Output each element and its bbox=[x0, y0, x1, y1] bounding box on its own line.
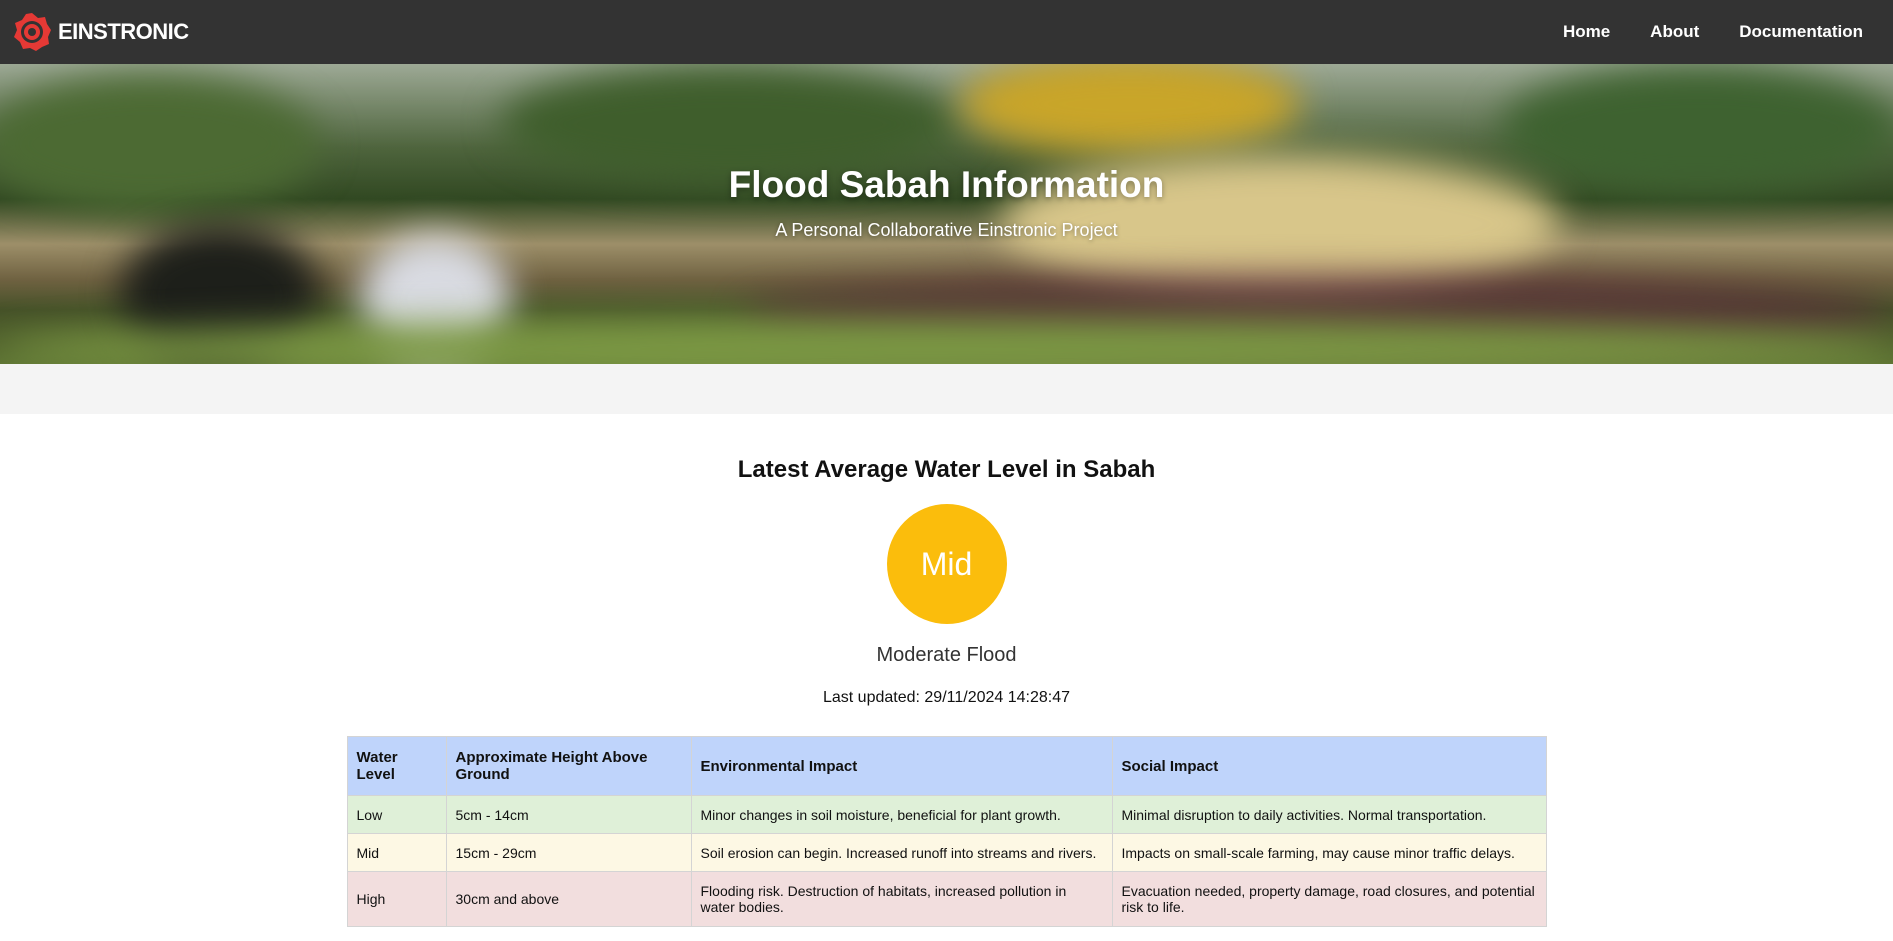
column-header-environmental: Environmental Impact bbox=[690, 736, 1113, 796]
nav-home-link[interactable]: Home bbox=[1543, 22, 1630, 42]
table-cell: 15cm - 29cm bbox=[445, 833, 692, 872]
page-title: Flood Sabah Information bbox=[728, 164, 1165, 205]
column-header-social: Social Impact bbox=[1111, 736, 1547, 796]
table-header-row: Water Level Approximate Height Above Gro… bbox=[346, 736, 1547, 796]
water-level-section: Latest Average Water Level in Sabah Mid … bbox=[0, 456, 1893, 927]
column-header-water-level: Water Level bbox=[346, 736, 447, 796]
table-cell: High bbox=[346, 871, 447, 927]
hero-banner: Flood Sabah Information A Personal Colla… bbox=[0, 64, 1893, 364]
nav-about-link[interactable]: About bbox=[1630, 22, 1719, 42]
hero-background-shape bbox=[960, 64, 1300, 154]
table-cell: Mid bbox=[346, 833, 447, 872]
last-updated-timestamp: Last updated: 29/11/2024 14:28:47 bbox=[822, 689, 1071, 706]
top-navbar: EINSTRONIC Home About Documentation bbox=[0, 0, 1893, 64]
water-level-indicator: Mid bbox=[886, 504, 1007, 624]
table-row-mid: Mid 15cm - 29cm Soil erosion can begin. … bbox=[346, 833, 1547, 872]
table-cell: Minimal disruption to daily activities. … bbox=[1111, 795, 1547, 834]
table-cell: Minor changes in soil moisture, benefici… bbox=[690, 795, 1113, 834]
column-header-height: Approximate Height Above Ground bbox=[445, 736, 692, 796]
page-subtitle: A Personal Collaborative Einstronic Proj… bbox=[775, 220, 1118, 240]
nav-links: Home About Documentation bbox=[1543, 22, 1881, 42]
table-cell: 30cm and above bbox=[445, 871, 692, 927]
brand-name: EINSTRONIC bbox=[58, 19, 189, 44]
table-cell: Soil erosion can begin. Increased runoff… bbox=[690, 833, 1113, 872]
table-cell: 5cm - 14cm bbox=[445, 795, 692, 834]
table-cell: Evacuation needed, property damage, road… bbox=[1111, 871, 1547, 927]
brand[interactable]: EINSTRONIC bbox=[12, 12, 189, 52]
hero-content: Flood Sabah Information A Personal Colla… bbox=[0, 164, 1893, 241]
water-level-table: Water Level Approximate Height Above Gro… bbox=[346, 736, 1547, 927]
table-cell: Flooding risk. Destruction of habitats, … bbox=[690, 871, 1113, 927]
water-level-description: Moderate Flood bbox=[876, 644, 1017, 666]
table-cell: Low bbox=[346, 795, 447, 834]
section-divider bbox=[0, 364, 1893, 414]
section-heading: Latest Average Water Level in Sabah bbox=[737, 456, 1156, 483]
einstronic-logo-icon bbox=[14, 13, 51, 51]
nav-documentation-link[interactable]: Documentation bbox=[1719, 22, 1881, 42]
table-row-high: High 30cm and above Flooding risk. Destr… bbox=[346, 871, 1547, 927]
table-cell: Impacts on small-scale farming, may caus… bbox=[1111, 833, 1547, 872]
table-row-low: Low 5cm - 14cm Minor changes in soil moi… bbox=[346, 795, 1547, 834]
